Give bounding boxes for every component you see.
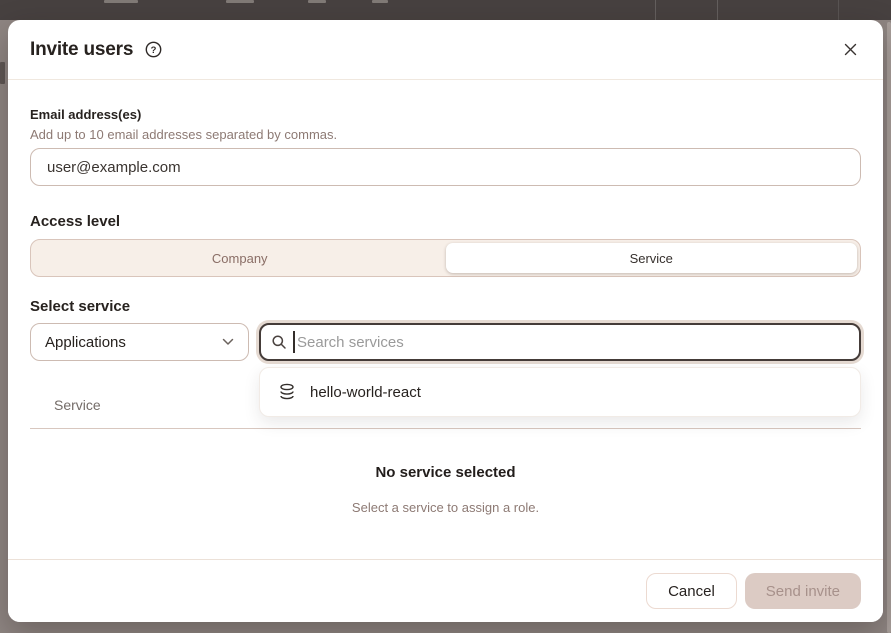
- background-scrollbar: [887, 22, 891, 633]
- select-service-row: Applications: [30, 323, 861, 361]
- send-invite-button[interactable]: Send invite: [745, 573, 861, 609]
- access-level-label: Access level: [30, 213, 861, 231]
- background-text-fragment: [226, 0, 254, 3]
- svg-text:?: ?: [151, 45, 157, 56]
- service-stack-icon: [278, 382, 296, 402]
- text-caret: [293, 331, 295, 353]
- topbar-separator: [838, 0, 839, 20]
- email-input[interactable]: [30, 148, 861, 186]
- topbar-separator: [717, 0, 718, 20]
- service-result-name: hello-world-react: [310, 384, 421, 401]
- email-label: Email address(es): [30, 107, 861, 122]
- access-level-option-company[interactable]: Company: [34, 243, 446, 273]
- search-results-panel: hello-world-react: [259, 367, 861, 417]
- invite-users-modal: Invite users ? Email address(es) Add up …: [8, 20, 883, 622]
- email-section: Email address(es) Add up to 10 email add…: [30, 107, 861, 186]
- email-helper-text: Add up to 10 email addresses separated b…: [30, 127, 861, 142]
- empty-state-title: No service selected: [30, 464, 861, 481]
- background-text-fragment: [0, 62, 5, 84]
- help-icon[interactable]: ?: [145, 41, 162, 58]
- segment-label: Company: [212, 251, 268, 266]
- service-search-input[interactable]: [259, 323, 861, 361]
- service-column-header: Service: [54, 397, 101, 413]
- select-service-label: Select service: [30, 298, 861, 316]
- background-text-fragment: [308, 0, 326, 3]
- topbar-separator: [655, 0, 656, 20]
- background-topbar: [0, 0, 891, 20]
- modal-title: Invite users: [30, 39, 133, 61]
- service-search-box: [259, 323, 861, 361]
- modal-footer: Cancel Send invite: [8, 559, 883, 622]
- background-text-fragment: [372, 0, 388, 3]
- segment-label: Service: [630, 251, 673, 266]
- service-type-value: Applications: [45, 334, 126, 351]
- cancel-button[interactable]: Cancel: [646, 573, 737, 609]
- access-level-toggle: Company Service: [30, 239, 861, 277]
- access-level-option-service[interactable]: Service: [446, 243, 858, 273]
- service-result-item[interactable]: hello-world-react: [260, 368, 860, 416]
- background-text-fragment: [104, 0, 138, 3]
- modal-body: Email address(es) Add up to 10 email add…: [8, 80, 883, 515]
- service-type-dropdown[interactable]: Applications: [30, 323, 249, 361]
- question-mark-circle-icon: ?: [145, 41, 162, 58]
- close-icon: [844, 43, 857, 56]
- close-button[interactable]: [840, 39, 861, 60]
- empty-state-subtitle: Select a service to assign a role.: [30, 500, 861, 515]
- modal-header: Invite users ?: [8, 20, 883, 80]
- chevron-down-icon: [222, 338, 234, 346]
